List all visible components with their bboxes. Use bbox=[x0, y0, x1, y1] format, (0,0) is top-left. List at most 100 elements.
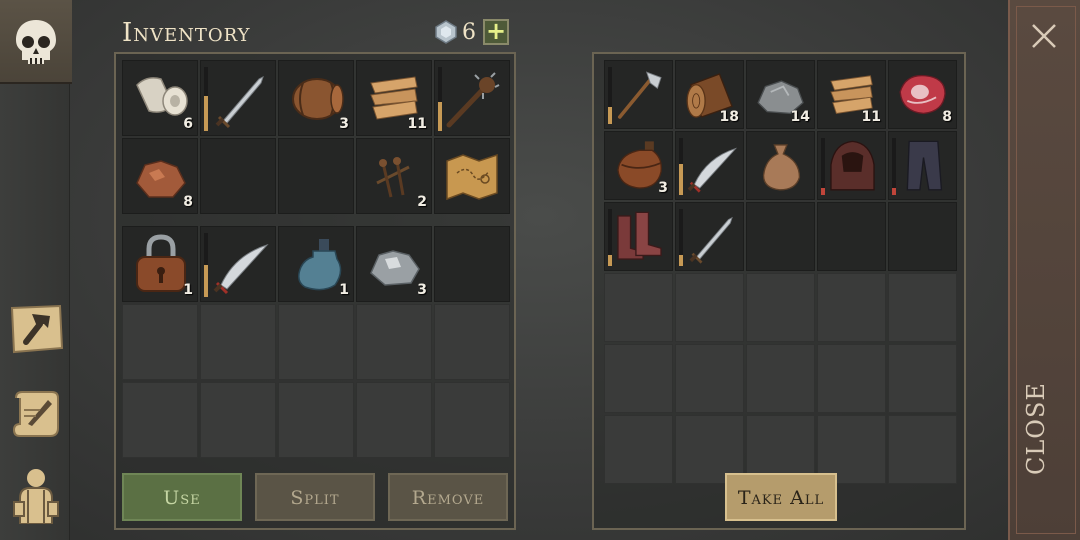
empty-slot[interactable] bbox=[746, 344, 815, 413]
empty-slot[interactable] bbox=[675, 273, 744, 342]
empty-slot[interactable] bbox=[200, 304, 276, 380]
empty-slot[interactable] bbox=[888, 273, 957, 342]
sword-icon bbox=[689, 216, 733, 264]
buy-gems-button[interactable]: + bbox=[483, 19, 509, 45]
durability-bar bbox=[679, 138, 683, 195]
inventory-slot[interactable]: 11 bbox=[817, 60, 886, 129]
durability-bar bbox=[204, 233, 208, 297]
inventory-slot[interactable] bbox=[434, 138, 510, 214]
crafting-hammer-icon[interactable] bbox=[6, 298, 66, 358]
hood-icon bbox=[830, 140, 875, 191]
durability-bar bbox=[892, 138, 896, 195]
left-sidebar bbox=[0, 0, 72, 540]
sack-icon bbox=[762, 144, 801, 191]
boots-icon bbox=[617, 211, 662, 260]
item-quantity: 3 bbox=[339, 116, 349, 132]
durability-bar bbox=[679, 209, 683, 266]
empty-slot[interactable] bbox=[888, 415, 957, 484]
remove-button[interactable]: Remove bbox=[388, 473, 508, 521]
gem-icon bbox=[434, 20, 458, 44]
item-quantity: 11 bbox=[407, 116, 427, 132]
journal-scroll-icon[interactable] bbox=[6, 384, 66, 444]
inventory-slot[interactable] bbox=[200, 226, 276, 302]
inventory-slot[interactable]: 18 bbox=[675, 60, 744, 129]
empty-slot[interactable] bbox=[200, 138, 276, 214]
empty-slot[interactable] bbox=[278, 382, 354, 458]
close-icon[interactable] bbox=[1030, 20, 1058, 52]
inventory-slot[interactable]: 8 bbox=[888, 60, 957, 129]
empty-slot[interactable] bbox=[122, 304, 198, 380]
empty-slot[interactable] bbox=[604, 415, 673, 484]
item-quantity: 8 bbox=[942, 109, 952, 125]
durability-bar bbox=[608, 209, 612, 266]
inventory-grid: 6 3 11 8 2 1 1 3 bbox=[122, 60, 510, 458]
inventory-slot[interactable] bbox=[604, 60, 673, 129]
item-quantity: 2 bbox=[417, 194, 427, 210]
grid-spacer bbox=[122, 216, 510, 224]
inventory-slot[interactable]: 2 bbox=[356, 138, 432, 214]
character-icon[interactable] bbox=[6, 464, 66, 525]
inventory-slot[interactable] bbox=[434, 60, 510, 136]
item-quantity: 1 bbox=[339, 282, 349, 298]
inventory-slot[interactable]: 6 bbox=[122, 60, 198, 136]
inventory-slot[interactable]: 8 bbox=[122, 138, 198, 214]
item-quantity: 8 bbox=[183, 194, 193, 210]
inventory-slot[interactable] bbox=[675, 131, 744, 200]
empty-slot[interactable] bbox=[888, 344, 957, 413]
inventory-slot[interactable]: 1 bbox=[122, 226, 198, 302]
empty-slot[interactable] bbox=[434, 304, 510, 380]
inventory-slot[interactable] bbox=[888, 131, 957, 200]
empty-slot[interactable] bbox=[122, 382, 198, 458]
treasure-map-icon bbox=[446, 153, 498, 201]
durability-bar bbox=[608, 67, 612, 124]
spiked-club-icon bbox=[446, 72, 500, 128]
take-all-button[interactable]: Take All bbox=[725, 473, 837, 521]
empty-slot[interactable] bbox=[356, 304, 432, 380]
sword-icon bbox=[215, 76, 264, 129]
gem-count: 6 bbox=[462, 20, 476, 45]
pants-icon bbox=[906, 140, 943, 191]
item-quantity: 3 bbox=[417, 282, 427, 298]
empty-slot[interactable] bbox=[746, 273, 815, 342]
scimitar-icon bbox=[213, 243, 269, 295]
close-label[interactable]: CLOSE bbox=[1022, 355, 1050, 475]
empty-slot[interactable] bbox=[817, 202, 886, 271]
inventory-slot[interactable]: 3 bbox=[604, 131, 673, 200]
empty-slot[interactable] bbox=[356, 382, 432, 458]
empty-slot[interactable] bbox=[278, 138, 354, 214]
inventory-slot[interactable]: 14 bbox=[746, 60, 815, 129]
item-quantity: 6 bbox=[183, 116, 193, 132]
inventory-slot[interactable]: 1 bbox=[278, 226, 354, 302]
item-quantity: 3 bbox=[658, 180, 668, 196]
inventory-slot[interactable]: 3 bbox=[278, 60, 354, 136]
empty-slot[interactable] bbox=[200, 382, 276, 458]
empty-slot[interactable] bbox=[434, 226, 510, 302]
empty-slot[interactable] bbox=[278, 304, 354, 380]
empty-slot[interactable] bbox=[675, 344, 744, 413]
item-quantity: 14 bbox=[790, 109, 810, 125]
item-quantity: 18 bbox=[719, 109, 739, 125]
empty-slot[interactable] bbox=[746, 202, 815, 271]
inventory-slot[interactable] bbox=[746, 131, 815, 200]
empty-slot[interactable] bbox=[604, 344, 673, 413]
empty-slot[interactable] bbox=[817, 273, 886, 342]
scimitar-icon bbox=[687, 147, 738, 193]
empty-slot[interactable] bbox=[888, 202, 957, 271]
item-quantity: 1 bbox=[183, 282, 193, 298]
item-quantity: 11 bbox=[861, 109, 881, 125]
skull-icon[interactable] bbox=[6, 12, 66, 72]
split-button[interactable]: Split bbox=[255, 473, 375, 521]
durability-bar bbox=[438, 67, 442, 131]
inventory-slot[interactable] bbox=[604, 202, 673, 271]
empty-slot[interactable] bbox=[604, 273, 673, 342]
empty-slot[interactable] bbox=[817, 344, 886, 413]
inventory-slot[interactable] bbox=[200, 60, 276, 136]
inventory-slot[interactable]: 11 bbox=[356, 60, 432, 136]
use-button[interactable]: Use bbox=[122, 473, 242, 521]
empty-slot[interactable] bbox=[434, 382, 510, 458]
axe-icon bbox=[617, 71, 662, 119]
durability-bar bbox=[821, 138, 825, 195]
inventory-slot[interactable] bbox=[675, 202, 744, 271]
inventory-slot[interactable]: 3 bbox=[356, 226, 432, 302]
inventory-slot[interactable] bbox=[817, 131, 886, 200]
